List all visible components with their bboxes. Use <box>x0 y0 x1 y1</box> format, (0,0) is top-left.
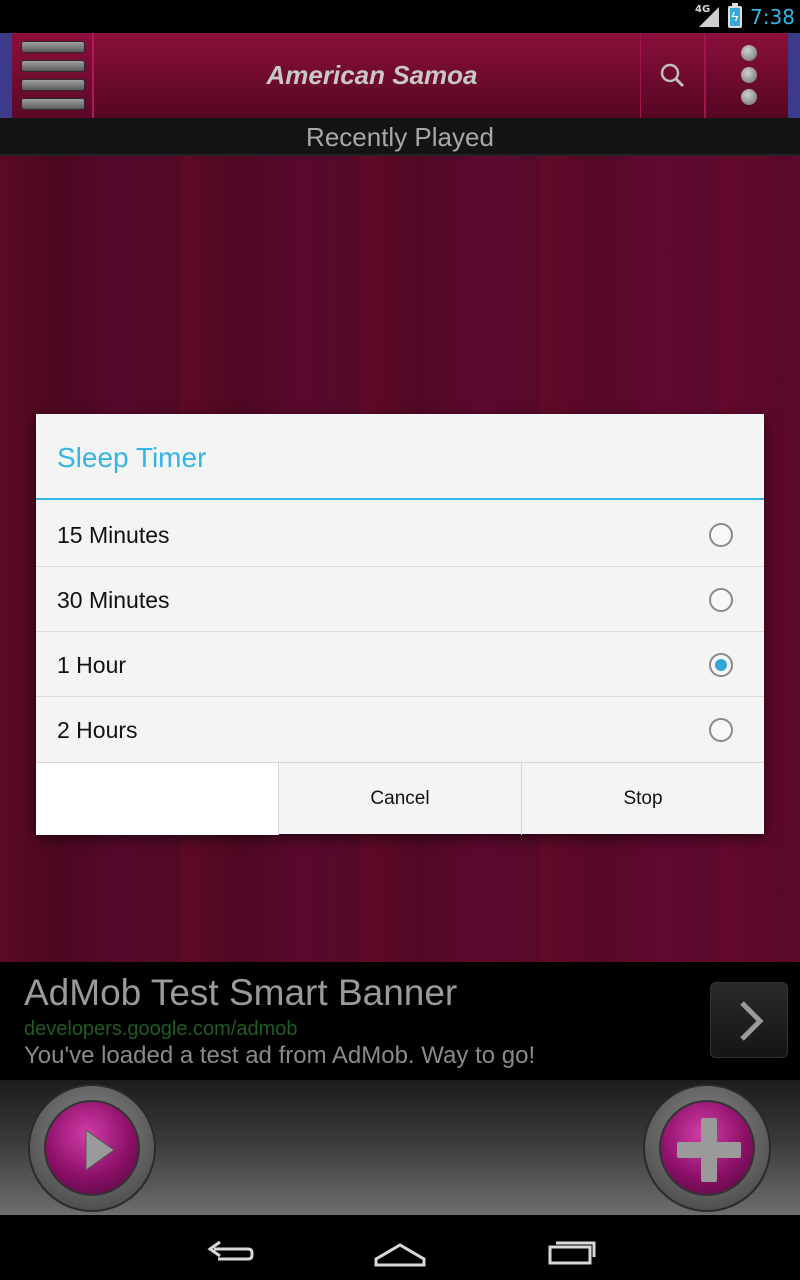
option-2-hours[interactable]: 2 Hours <box>36 697 764 762</box>
navigation-bar <box>0 1215 800 1280</box>
plus-icon <box>677 1118 741 1182</box>
signal-icon: 4G <box>695 4 721 27</box>
stop-button[interactable]: Stop <box>521 763 764 835</box>
recent-apps-icon <box>548 1241 596 1265</box>
ad-banner[interactable]: AdMob Test Smart Banner developers.googl… <box>0 962 800 1080</box>
home-button[interactable] <box>370 1225 430 1271</box>
ad-title: AdMob Test Smart Banner <box>24 972 458 1013</box>
overflow-menu-button[interactable] <box>704 33 788 118</box>
recent-apps-button[interactable] <box>542 1225 602 1271</box>
back-icon <box>207 1240 254 1261</box>
action-bar: American Samoa <box>0 33 800 118</box>
radio-button-selected[interactable] <box>709 653 733 677</box>
option-label: 30 Minutes <box>57 587 170 613</box>
option-30-minutes[interactable]: 30 Minutes <box>36 567 764 632</box>
menu-button[interactable] <box>12 33 94 118</box>
ad-text: You've loaded a test ad from AdMob. Way … <box>24 1042 536 1069</box>
chevron-right-icon <box>740 1001 764 1041</box>
home-icon <box>374 1243 426 1267</box>
option-label: 2 Hours <box>57 717 138 743</box>
option-label: 1 Hour <box>57 652 127 678</box>
status-bar: 4G ϟ 7:38 <box>0 0 800 33</box>
option-1-hour[interactable]: 1 Hour <box>36 632 764 697</box>
radio-button[interactable] <box>709 718 733 742</box>
page-title: American Samoa <box>266 60 478 90</box>
radio-button[interactable] <box>709 588 733 612</box>
empty-button-slot <box>36 763 278 835</box>
ad-open-button[interactable] <box>710 982 788 1058</box>
back-button[interactable] <box>200 1225 260 1271</box>
player-bar <box>0 1080 800 1215</box>
sleep-timer-dialog: Sleep Timer 15 Minutes 30 Minutes 1 Hour… <box>36 414 764 835</box>
play-button[interactable] <box>28 1084 156 1212</box>
option-label: 15 Minutes <box>57 522 170 548</box>
battery-charging-icon: ϟ <box>728 3 742 28</box>
search-button[interactable] <box>640 33 704 118</box>
add-button[interactable] <box>643 1084 771 1212</box>
dialog-buttons: Cancel Stop <box>36 762 764 835</box>
cancel-button[interactable]: Cancel <box>278 763 521 835</box>
search-icon <box>660 63 685 88</box>
option-15-minutes[interactable]: 15 Minutes <box>36 502 764 567</box>
radio-button[interactable] <box>709 523 733 547</box>
dialog-title: Sleep Timer <box>36 414 764 500</box>
clock: 7:38 <box>750 5 795 29</box>
play-icon <box>85 1129 115 1171</box>
section-header: Recently Played <box>0 118 800 156</box>
ad-url[interactable]: developers.google.com/admob <box>24 1018 298 1041</box>
